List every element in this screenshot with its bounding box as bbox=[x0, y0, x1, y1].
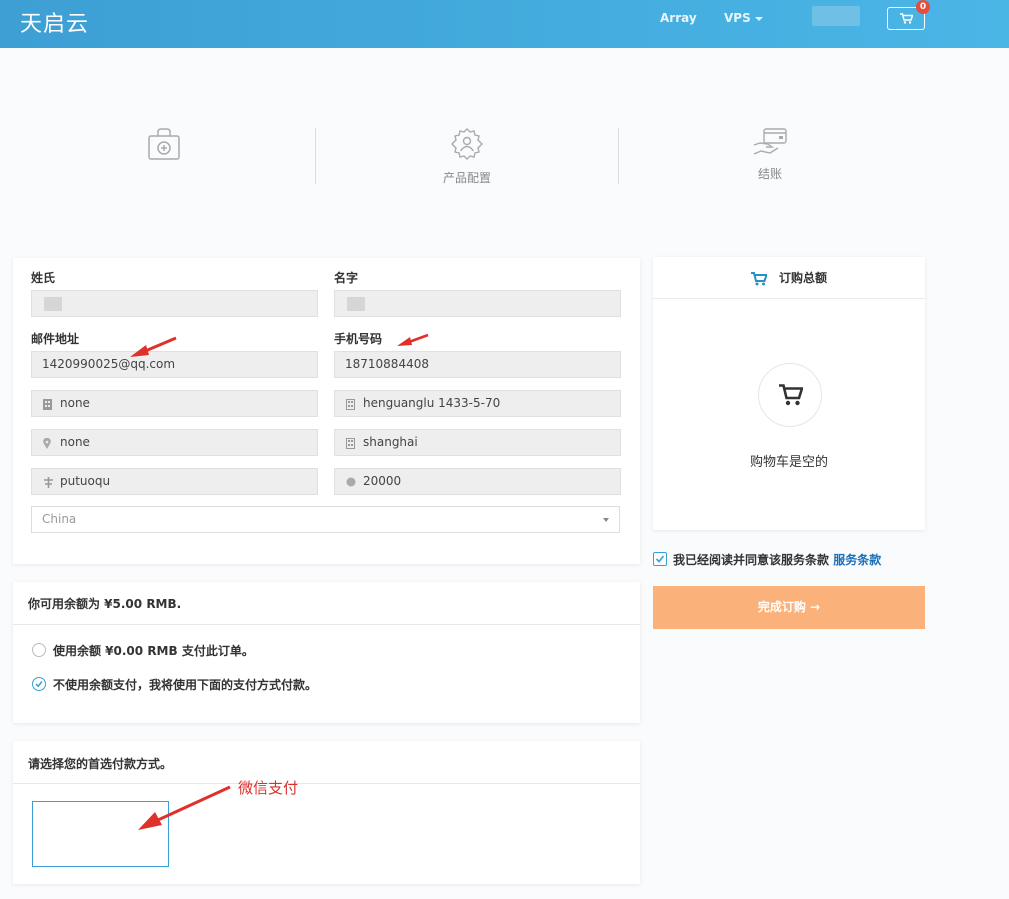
step-divider bbox=[618, 128, 619, 184]
nav-array[interactable]: Array bbox=[660, 11, 697, 25]
personal-info-panel: 姓氏 名字 邮件地址 1420990025@qq.com 手机号码 187108… bbox=[13, 258, 640, 564]
divider bbox=[653, 298, 925, 299]
postcode-value: 20000 bbox=[363, 474, 402, 488]
chevron-down-icon bbox=[754, 16, 763, 21]
email-input[interactable]: 1420990025@qq.com bbox=[31, 351, 318, 378]
empty-cart-circle bbox=[758, 363, 822, 427]
step-label: 结账 bbox=[757, 167, 782, 181]
check-icon bbox=[655, 555, 665, 563]
top-navbar: 天启云 Array VPS 0 bbox=[0, 0, 1009, 48]
payment-option-box[interactable] bbox=[32, 801, 169, 867]
blurred-value bbox=[44, 297, 62, 311]
order-summary-label: 订购总额 bbox=[778, 271, 827, 285]
phone-label: 手机号码 bbox=[334, 332, 383, 346]
check-icon bbox=[35, 681, 43, 688]
cart-empty-text: 购物车是空的 bbox=[749, 455, 828, 470]
nav-vps-label: VPS bbox=[724, 11, 751, 25]
no-balance-label[interactable]: 不使用余额支付，我将使用下面的支付方式付款。 bbox=[53, 676, 317, 693]
country-value: China bbox=[42, 512, 77, 526]
wechat-pay-annotation: 微信支付 bbox=[238, 779, 299, 797]
address1-value: henguanglu 1433-5-70 bbox=[363, 396, 501, 410]
payment-method-panel: 请选择您的首选付款方式。 bbox=[13, 741, 640, 884]
step-checkout: 结账 bbox=[730, 127, 810, 182]
blurred-value bbox=[347, 297, 365, 311]
map-marker-icon bbox=[43, 438, 51, 449]
address2-input[interactable]: none bbox=[31, 429, 318, 456]
use-balance-radio[interactable] bbox=[32, 643, 46, 657]
company-value: none bbox=[60, 396, 90, 410]
payment-title: 请选择您的首选付款方式。 bbox=[28, 757, 173, 771]
user-account-blurred[interactable] bbox=[812, 6, 860, 26]
email-label: 邮件地址 bbox=[31, 332, 80, 346]
credit-balance-panel: 你可用余额为 ¥5.00 RMB. 使用余额 ¥0.00 RMB 支付此订单。 … bbox=[13, 582, 640, 723]
order-summary-title: 订购总额 bbox=[653, 269, 925, 286]
card-hand-icon bbox=[753, 128, 787, 155]
city-input[interactable]: shanghai bbox=[334, 429, 621, 456]
step-label: 产品配置 bbox=[442, 171, 491, 185]
first-name-label: 名字 bbox=[334, 271, 359, 285]
state-input[interactable]: putuoqu bbox=[31, 468, 318, 495]
step-choose-product bbox=[124, 127, 204, 169]
chevron-down-icon bbox=[603, 518, 609, 522]
building-icon bbox=[43, 399, 52, 410]
address2-value: none bbox=[60, 435, 90, 449]
tos-checkbox[interactable] bbox=[653, 552, 667, 566]
cart-icon bbox=[750, 271, 768, 285]
tos-link[interactable]: 服务条款 bbox=[833, 553, 881, 567]
circle-icon bbox=[346, 477, 356, 487]
address1-input[interactable]: henguanglu 1433-5-70 bbox=[334, 390, 621, 417]
building-icon bbox=[346, 438, 355, 449]
nav-vps-dropdown[interactable]: VPS bbox=[724, 11, 763, 25]
phone-input[interactable]: 18710884408 bbox=[334, 351, 621, 378]
cart-count-badge: 0 bbox=[916, 0, 930, 14]
complete-order-button[interactable]: 完成订购 → bbox=[653, 586, 925, 629]
gear-user-icon bbox=[451, 128, 483, 160]
city-value: shanghai bbox=[363, 435, 418, 449]
country-select[interactable]: China bbox=[31, 506, 620, 533]
step-divider bbox=[315, 128, 316, 184]
building-icon bbox=[346, 399, 355, 410]
postcode-input[interactable]: 20000 bbox=[334, 468, 621, 495]
step-product-config: 产品配置 bbox=[427, 127, 507, 186]
last-name-label: 姓氏 bbox=[31, 271, 56, 285]
tos-text: 我已经阅读并同意该服务条款 服务条款 bbox=[673, 551, 881, 568]
state-value: putuoqu bbox=[60, 474, 111, 488]
tos-label: 我已经阅读并同意该服务条款 bbox=[673, 553, 830, 567]
cart-icon bbox=[900, 13, 913, 24]
signpost-icon bbox=[44, 477, 53, 488]
cart-icon bbox=[779, 384, 803, 406]
use-balance-label[interactable]: 使用余额 ¥0.00 RMB 支付此订单。 bbox=[53, 642, 254, 659]
last-name-input[interactable] bbox=[31, 290, 318, 317]
company-input[interactable]: none bbox=[31, 390, 318, 417]
first-name-input[interactable] bbox=[334, 290, 621, 317]
site-logo[interactable]: 天启云 bbox=[20, 6, 89, 38]
no-balance-radio[interactable] bbox=[32, 677, 46, 691]
order-summary-panel: 订购总额 购物车是空的 bbox=[653, 257, 925, 530]
divider bbox=[13, 624, 640, 625]
bag-add-icon bbox=[148, 128, 180, 160]
divider bbox=[13, 783, 640, 784]
balance-title: 你可用余额为 ¥5.00 RMB. bbox=[28, 597, 182, 611]
